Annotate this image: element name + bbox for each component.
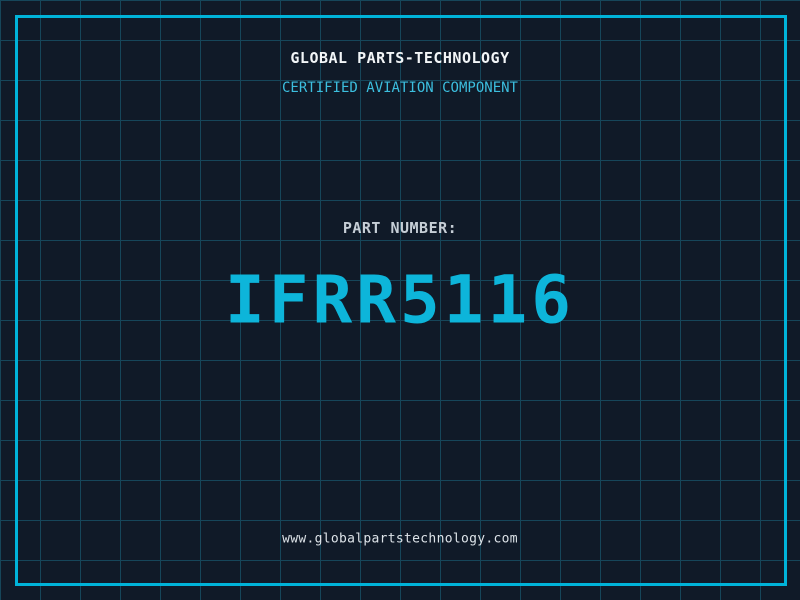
certification-subtitle: CERTIFIED AVIATION COMPONENT xyxy=(281,80,518,96)
part-number-label: PART NUMBER: xyxy=(342,219,458,237)
part-number-value: IFRR5116 xyxy=(225,261,575,339)
company-name: GLOBAL PARTS-TECHNOLOGY xyxy=(290,49,510,67)
website-url: www.globalpartstechnology.com xyxy=(282,531,518,547)
certificate-card: GLOBAL PARTS-TECHNOLOGY CERTIFIED AVIATI… xyxy=(0,0,800,600)
